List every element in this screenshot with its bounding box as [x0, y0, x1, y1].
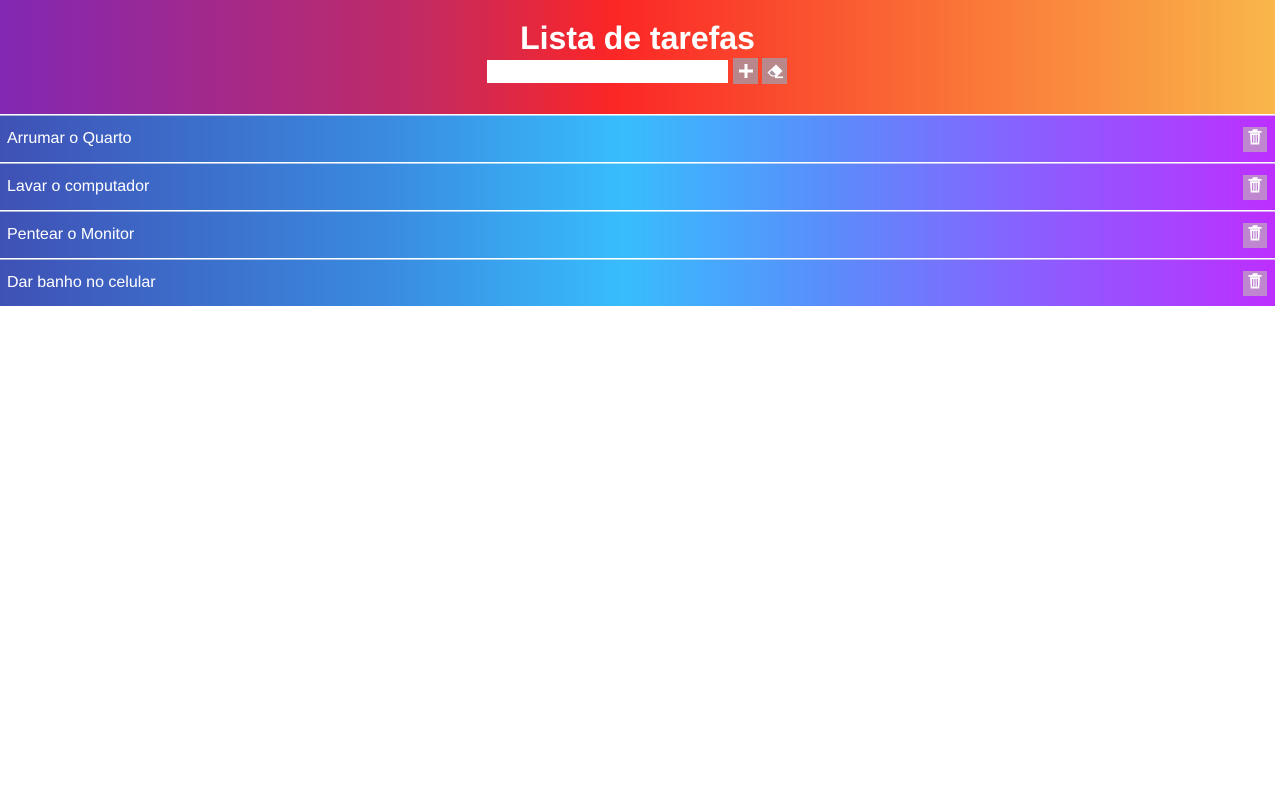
delete-task-button[interactable] — [1243, 175, 1267, 200]
add-task-button[interactable] — [733, 58, 758, 84]
header: Lista de tarefas — [0, 0, 1275, 114]
list-item: Pentear o Monitor — [0, 211, 1275, 258]
task-label: Dar banho no celular — [7, 274, 156, 291]
plus-icon — [738, 63, 754, 79]
trash-icon — [1248, 177, 1262, 198]
task-list: Arrumar o Quarto Lavar o computador Pent… — [0, 115, 1275, 307]
list-item: Lavar o computador — [0, 163, 1275, 210]
page-title: Lista de tarefas — [520, 20, 755, 56]
task-label: Pentear o Monitor — [7, 226, 135, 243]
trash-icon — [1248, 129, 1262, 150]
list-item: Arrumar o Quarto — [0, 115, 1275, 162]
delete-task-button[interactable] — [1243, 127, 1267, 152]
delete-task-button[interactable] — [1243, 271, 1267, 296]
task-label: Lavar o computador — [7, 178, 150, 195]
delete-task-button[interactable] — [1243, 223, 1267, 248]
task-input[interactable] — [487, 59, 728, 83]
page: Lista de tarefas Arrumar o Quarto Lavar … — [0, 0, 1275, 789]
trash-icon — [1248, 273, 1262, 294]
trash-icon — [1248, 225, 1262, 246]
list-item: Dar banho no celular — [0, 259, 1275, 306]
clear-tasks-button[interactable] — [762, 58, 787, 84]
new-task-form — [487, 58, 787, 84]
eraser-icon — [766, 63, 784, 79]
task-label: Arrumar o Quarto — [7, 130, 132, 147]
